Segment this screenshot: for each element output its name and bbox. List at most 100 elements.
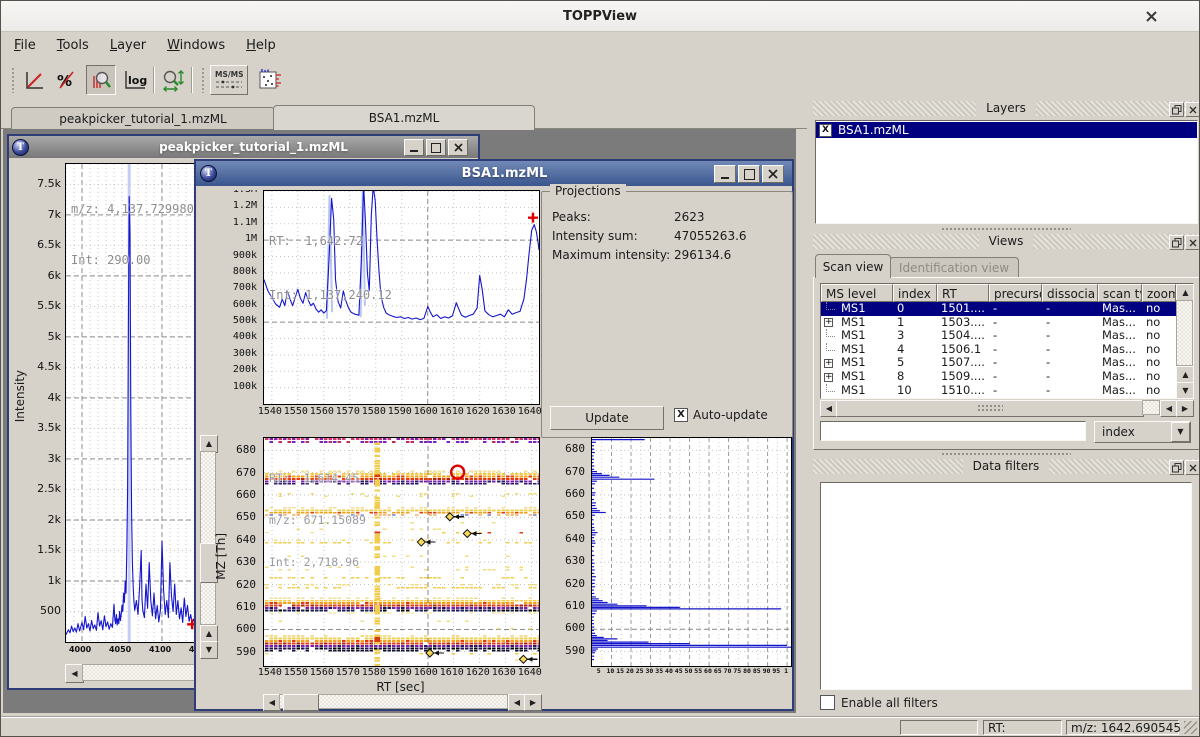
column-header-index[interactable]: index: [893, 284, 937, 302]
scan-search-input[interactable]: [820, 421, 1086, 441]
column-header-rt[interactable]: RT: [937, 284, 989, 302]
layers-close-button[interactable]: [1185, 102, 1200, 117]
close-button[interactable]: [762, 165, 784, 183]
toppview-window-icon: T: [200, 165, 217, 182]
zoom-axes-button[interactable]: [159, 66, 187, 94]
column-header-zoom[interactable]: zoom: [1142, 284, 1176, 302]
layers-list[interactable]: X BSA1.mzML: [815, 120, 1198, 224]
main-titlebar[interactable]: TOPPView: [1, 1, 1199, 32]
tick-label: 1560: [310, 667, 334, 678]
dropdown-value: index: [1095, 425, 1171, 439]
tick-label: 3k: [48, 452, 61, 465]
auto-update-checkbox[interactable]: X: [674, 408, 688, 422]
layer-item-bsa1[interactable]: X BSA1.mzML: [816, 122, 1197, 138]
table-row[interactable]: MS101501....--Mas...no: [821, 302, 1176, 316]
filters-float-button[interactable]: [1169, 460, 1184, 475]
dock-splitter[interactable]: [941, 227, 1071, 231]
minimize-button[interactable]: [714, 165, 736, 183]
update-button[interactable]: Update: [550, 406, 664, 430]
table-cell: Mas...: [1098, 343, 1142, 357]
scroll-thumb[interactable]: [283, 694, 319, 711]
bsa1-titlebar[interactable]: T BSA1.mzML: [196, 161, 792, 186]
scroll-track[interactable]: [1176, 300, 1193, 366]
table-row[interactable]: MS131504....--Mas...no: [821, 329, 1176, 343]
intensity-snap-button[interactable]: [86, 65, 116, 95]
view-2d-button[interactable]: [256, 66, 284, 94]
menu-file[interactable]: File: [12, 36, 38, 55]
views-float-button[interactable]: [1169, 235, 1184, 250]
column-header-ms-level[interactable]: MS level: [821, 284, 893, 302]
tab-bsa1[interactable]: BSA1.mzML: [273, 105, 535, 130]
scroll-thumb[interactable]: [836, 400, 1144, 417]
scan-table-body[interactable]: MS101501....--Mas...no+MS111503....--Mas…: [821, 302, 1176, 398]
table-row[interactable]: +MS111503....--Mas...no: [821, 316, 1176, 330]
toolbar-drag-handle[interactable]: [11, 67, 16, 93]
intensity-log-button[interactable]: log: [121, 66, 149, 94]
scroll-track[interactable]: [1142, 400, 1160, 415]
resize-grip[interactable]: [1184, 721, 1197, 734]
scroll-right-button[interactable]: ▶: [1176, 400, 1194, 417]
dropdown-arrow-button[interactable]: ▼: [1171, 422, 1190, 442]
intensity-linear-button[interactable]: [20, 66, 48, 94]
views-dock-titlebar[interactable]: Views: [813, 234, 1199, 249]
linear-scale-icon: [23, 69, 45, 91]
scroll-down-button[interactable]: ▼: [200, 641, 218, 659]
menu-layer[interactable]: Layer: [108, 36, 148, 55]
close-button[interactable]: [448, 139, 468, 156]
table-vscrollbar[interactable]: ▲ ▲ ▼: [1176, 284, 1193, 398]
filters-dock-titlebar[interactable]: Data filters: [813, 459, 1199, 474]
tick-label: 660: [236, 488, 256, 501]
filters-close-button[interactable]: [1185, 460, 1200, 475]
msms-view-button[interactable]: MS/MS: [210, 65, 248, 95]
scroll-down-button[interactable]: ▼: [1176, 382, 1194, 399]
table-cell: -: [989, 356, 1042, 370]
toolbar-drag-handle-2[interactable]: [201, 67, 206, 93]
tab-identification-view[interactable]: Identification view: [889, 257, 1019, 278]
table-row[interactable]: +MS151507....--Mas...no: [821, 356, 1176, 370]
table-cell: 1507....: [937, 356, 989, 370]
tick-label: 200k: [233, 364, 257, 375]
layers-dock-titlebar[interactable]: Layers: [813, 101, 1199, 116]
tab-scan-view[interactable]: Scan view: [815, 254, 891, 278]
tick-label: 1.2M: [233, 200, 257, 211]
scan-table[interactable]: MS levelindexRTprecursodissociascan tyzo…: [820, 283, 1194, 399]
maximize-button[interactable]: [738, 165, 760, 183]
projection-plot[interactable]: [591, 437, 792, 667]
expand-icon[interactable]: +: [824, 359, 833, 368]
main-close-button[interactable]: [1139, 4, 1163, 28]
tick-label: 1630: [492, 406, 516, 417]
table-hscrollbar[interactable]: ◀ ◀ ▶: [820, 400, 1192, 415]
table-row[interactable]: MS141506.1--Mas...no: [821, 343, 1176, 357]
minimize-button[interactable]: [404, 139, 424, 156]
bsa1-window[interactable]: T BSA1.mzML 100k200k300k400k500k600k700k…: [194, 159, 794, 711]
expand-icon[interactable]: +: [824, 373, 833, 382]
menu-help[interactable]: Help: [244, 36, 278, 55]
tick-label: 1630: [492, 667, 516, 678]
table-row[interactable]: MS1101510....--Mas...no: [821, 384, 1176, 398]
column-header-scan-ty[interactable]: scan ty: [1098, 284, 1142, 302]
sort-column-dropdown[interactable]: index ▼: [1094, 421, 1191, 443]
column-header-dissocia[interactable]: dissocia: [1042, 284, 1098, 302]
column-header-precurso[interactable]: precurso: [989, 284, 1042, 302]
layers-float-button[interactable]: [1169, 102, 1184, 117]
tick-label: 1.5k: [37, 543, 61, 556]
data-filters-list[interactable]: [820, 482, 1192, 690]
maximize-button[interactable]: [426, 139, 446, 156]
peaks-value: 2623: [674, 208, 747, 227]
tick-label: 1540: [258, 406, 282, 417]
dock-splitter-2[interactable]: [941, 452, 1071, 456]
menu-windows[interactable]: Windows: [165, 36, 227, 55]
expand-icon[interactable]: +: [824, 318, 833, 327]
layer-visibility-checkbox[interactable]: X: [819, 124, 832, 137]
table-row[interactable]: +MS181509....--Mas...no: [821, 370, 1176, 384]
scroll-right-button[interactable]: ▶: [524, 694, 542, 711]
tab-peakpicker[interactable]: peakpicker_tutorial_1.mzML: [11, 107, 275, 129]
views-close-button[interactable]: [1185, 235, 1200, 250]
scan-table-header[interactable]: MS levelindexRTprecursodissociascan tyzo…: [821, 284, 1176, 302]
table-cell: 1509....: [937, 370, 989, 384]
heatmap-hscrollbar[interactable]: ◀ ◀ ▶: [263, 694, 540, 709]
table-cell: no: [1142, 384, 1176, 398]
enable-all-filters-checkbox[interactable]: [820, 695, 835, 710]
menu-tools[interactable]: Tools: [55, 36, 91, 55]
intensity-percentage-button[interactable]: %: [52, 66, 80, 94]
